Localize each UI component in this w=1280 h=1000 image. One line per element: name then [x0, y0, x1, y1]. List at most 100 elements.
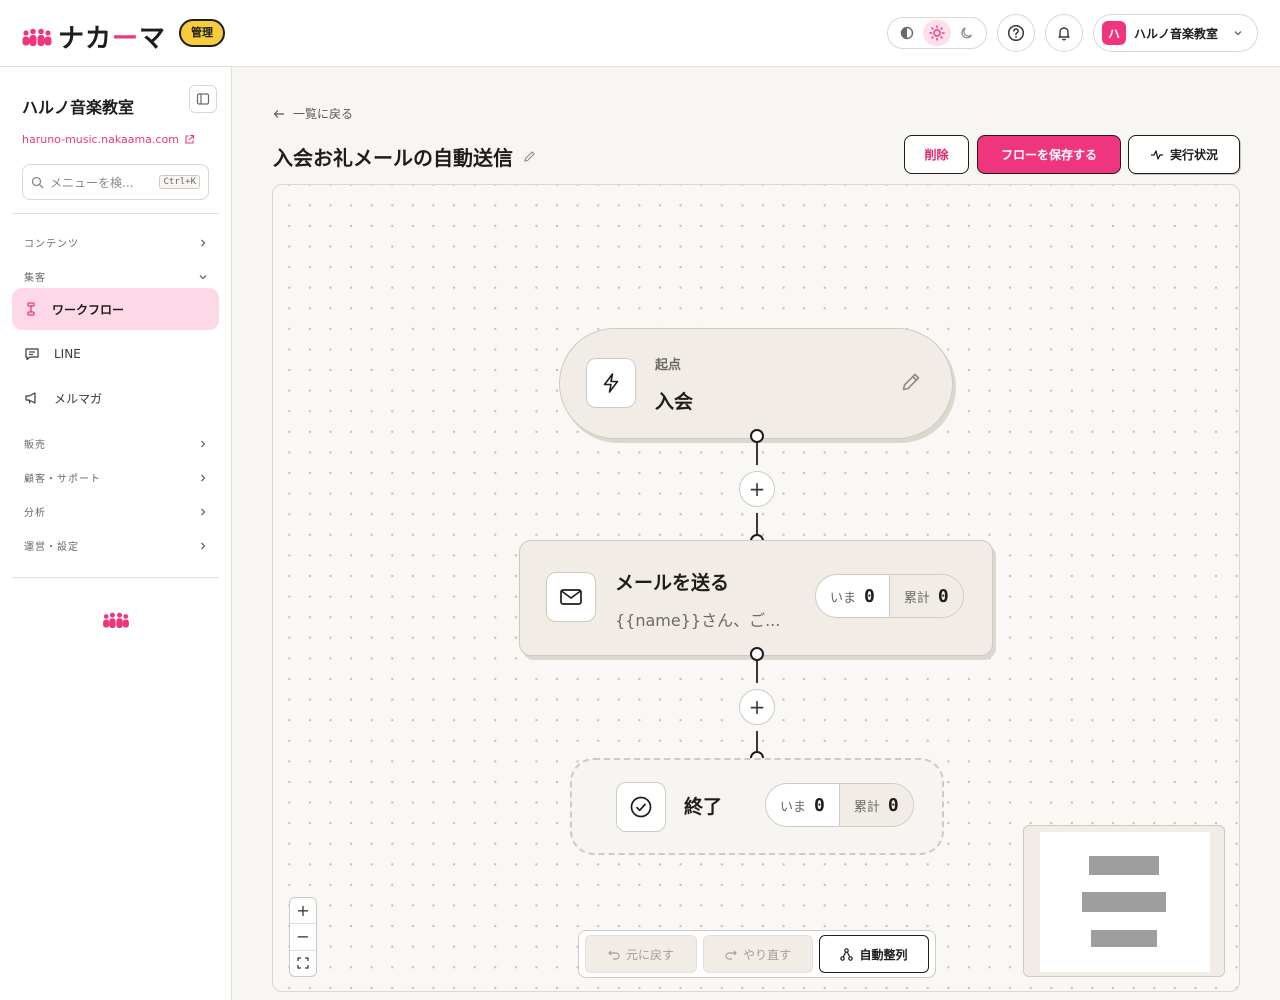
zoom-in-button[interactable]: +	[290, 898, 316, 923]
org-url-link[interactable]: haruno-music.nakaama.com	[22, 133, 195, 146]
sidebar-divider	[12, 213, 219, 214]
arrow-left-icon	[273, 109, 284, 118]
end-icon-box	[616, 782, 666, 832]
account-menu[interactable]: ハ ハルノ音楽教室	[1093, 14, 1258, 52]
nav-section-analytics[interactable]: 分析	[24, 504, 208, 519]
nav-section-label: 分析	[24, 508, 46, 519]
search-icon	[31, 176, 44, 188]
minimap-node	[1089, 856, 1159, 875]
trigger-output-port[interactable]	[750, 429, 764, 443]
run-status-button[interactable]: 実行状況	[1128, 135, 1240, 174]
trigger-value: 入会	[655, 391, 694, 413]
total-label: 累計	[903, 590, 930, 606]
avatar: ハ	[1102, 21, 1126, 45]
chevron-right-icon	[201, 474, 206, 481]
total-counter: 累計 0	[888, 575, 963, 617]
minimap-viewport	[1040, 832, 1210, 972]
undo-button[interactable]: 元に戻す	[585, 935, 697, 973]
chevron-right-icon	[201, 440, 206, 447]
nav-section-attract[interactable]: 集客	[24, 269, 208, 284]
menu-search-input[interactable]: メニューを検... Ctrl+K	[22, 164, 209, 200]
help-button[interactable]	[997, 14, 1035, 52]
search-placeholder: メニューを検...	[50, 175, 134, 190]
help-icon	[1007, 24, 1025, 42]
send-mail-node[interactable]: メールを送る {{name}}さん、ご... いま 0 累計 0	[519, 540, 993, 656]
theme-system-button[interactable]	[893, 20, 921, 46]
logo-text: ナカーマ	[58, 24, 167, 54]
minimap-node	[1082, 892, 1166, 912]
redo-button[interactable]: やり直す	[703, 935, 813, 973]
flow-canvas[interactable]: 起点 入会 + メールを送る {{name}}さん、ご... いま 0 累計 0…	[272, 184, 1240, 992]
now-value: 0	[864, 585, 875, 607]
network-icon	[840, 947, 854, 961]
zoom-out-button[interactable]: −	[290, 923, 316, 949]
history-toolbar: 元に戻す やり直す 自動整列	[578, 930, 936, 978]
auto-layout-button[interactable]: 自動整列	[819, 935, 929, 973]
workflow-icon	[27, 302, 35, 316]
sidebar-item-workflow[interactable]: ワークフロー	[12, 288, 219, 330]
external-link-icon	[185, 134, 194, 144]
account-name: ハルノ音楽教室	[1134, 26, 1219, 41]
now-counter: いま 0	[766, 784, 839, 826]
pencil-icon[interactable]	[523, 150, 536, 163]
notifications-button[interactable]	[1045, 14, 1083, 52]
theme-switcher	[887, 17, 987, 49]
search-shortcut: Ctrl+K	[159, 175, 200, 189]
app-logo[interactable]: ナカーマ	[22, 18, 166, 55]
delete-button[interactable]: 削除	[904, 135, 969, 174]
nav-section-label: 顧客・サポート	[24, 474, 101, 485]
end-node[interactable]: 終了 いま 0 累計 0	[570, 758, 944, 855]
page-title-text: 入会お礼メールの自動送信	[273, 146, 513, 170]
total-value: 0	[937, 585, 949, 607]
end-node-title: 終了	[684, 796, 723, 818]
pencil-icon[interactable]	[900, 371, 922, 393]
total-value: 0	[887, 794, 899, 816]
end-counters: いま 0 累計 0	[765, 783, 914, 827]
minimap[interactable]	[1023, 825, 1225, 977]
sidebar-collapse-button[interactable]	[189, 85, 217, 113]
redo-icon	[725, 950, 737, 960]
nav-section-label: 集客	[24, 273, 46, 284]
theme-light-button[interactable]	[923, 20, 951, 46]
activity-icon	[1150, 149, 1163, 160]
chevron-right-icon	[201, 508, 206, 515]
sidebar-divider	[12, 577, 219, 578]
sidebar-item-newsletter[interactable]: メルマガ	[12, 377, 219, 419]
undo-icon	[608, 950, 620, 960]
nav-section-label: コンテンツ	[24, 239, 79, 250]
total-label: 累計	[853, 799, 880, 815]
community-logo-icon	[22, 28, 52, 46]
mail-output-port[interactable]	[750, 647, 764, 661]
add-step-button[interactable]: +	[739, 471, 775, 507]
trigger-label: 起点	[655, 358, 682, 373]
add-step-button[interactable]: +	[739, 689, 775, 725]
back-to-list-link[interactable]: 一覧に戻る	[273, 105, 353, 122]
nav-section-contents[interactable]: コンテンツ	[24, 235, 208, 250]
nav-section-label: 販売	[24, 440, 46, 451]
lightning-icon	[603, 373, 619, 393]
nav-section-label: 運営・設定	[24, 542, 79, 553]
nav-section-sales[interactable]: 販売	[24, 436, 208, 451]
mail-node-preview: {{name}}さん、ご...	[615, 611, 781, 630]
now-label: いま	[830, 590, 857, 606]
mail-icon	[560, 589, 582, 605]
save-flow-button[interactable]: フローを保存する	[977, 135, 1121, 174]
redo-label: やり直す	[742, 947, 791, 962]
community-logo-icon	[103, 612, 129, 628]
total-counter: 累計 0	[838, 784, 913, 826]
back-link-label: 一覧に戻る	[293, 107, 354, 121]
now-counter: いま 0	[816, 575, 889, 617]
nav-section-ops[interactable]: 運営・設定	[24, 538, 208, 553]
org-url-text: haruno-music.nakaama.com	[22, 133, 179, 146]
theme-dark-button[interactable]	[953, 20, 981, 46]
minimap-node	[1091, 930, 1157, 947]
nav-section-customer[interactable]: 顧客・サポート	[24, 470, 208, 485]
sidebar-toggle-icon	[196, 93, 210, 105]
fit-view-icon	[297, 957, 309, 969]
mail-counters: いま 0 累計 0	[815, 574, 964, 618]
fit-view-button[interactable]	[290, 949, 316, 976]
trigger-node[interactable]: 起点 入会	[559, 328, 953, 439]
chevron-right-icon	[201, 239, 206, 246]
sidebar: ハルノ音楽教室 haruno-music.nakaama.com メニューを検.…	[0, 67, 232, 1000]
sidebar-item-line[interactable]: LINE	[12, 333, 219, 375]
